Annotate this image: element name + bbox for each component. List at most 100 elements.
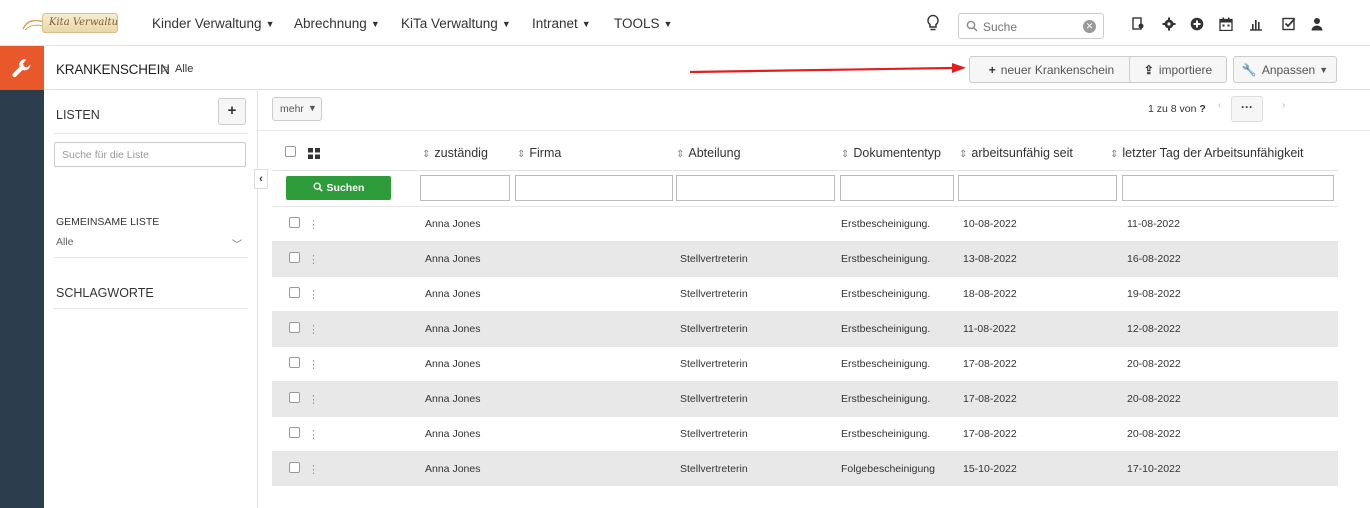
breadcrumb-separator: > <box>162 61 170 76</box>
filter-letzter-tag-input[interactable] <box>1122 175 1334 201</box>
column-label: Dokumententyp <box>853 146 941 160</box>
table-row[interactable]: ⋮ Anna Jones Stellvertreterin Erstbescheini… <box>272 346 1338 381</box>
bar-chart-icon[interactable] <box>1249 17 1263 31</box>
row-checkbox[interactable] <box>289 322 300 333</box>
row-menu-icon[interactable]: ⋮ <box>308 323 319 336</box>
caret-down-icon: ▼ <box>663 19 673 29</box>
checkbox-task-icon[interactable] <box>1282 17 1296 31</box>
filter-dokumententyp-input[interactable] <box>840 175 954 201</box>
nav-tools[interactable]: TOOLS ▼ <box>614 16 672 31</box>
column-label: arbeitsunfähig seit <box>971 146 1073 160</box>
column-header-letzter-tag[interactable]: ⇕ letzter Tag der Arbeitsunfähigkeit <box>1110 146 1304 160</box>
shared-list-value: Alle <box>56 236 74 248</box>
search-input[interactable] <box>983 18 1073 35</box>
shared-list-select[interactable]: Alle ﹀ <box>56 236 246 254</box>
add-circle-icon[interactable] <box>1190 17 1204 31</box>
row-checkbox[interactable] <box>289 357 300 368</box>
lightbulb-icon[interactable] <box>925 14 941 32</box>
filter-zustaendig-input[interactable] <box>420 175 510 201</box>
row-menu-icon[interactable]: ⋮ <box>308 288 319 301</box>
chevron-down-icon: ﹀ <box>232 240 242 251</box>
row-checkbox[interactable] <box>289 287 300 298</box>
gear-icon[interactable] <box>1162 17 1176 31</box>
cell-zustaendig: Anna Jones <box>425 253 481 265</box>
filter-seit-input[interactable] <box>958 175 1117 201</box>
import-button[interactable]: ⇪ importiere <box>1129 56 1227 83</box>
shared-list-title: GEMEINSAME LISTE <box>56 216 160 228</box>
cell-abteilung: Stellvertreterin <box>680 253 748 265</box>
pager-next-button[interactable]: › <box>1282 100 1285 111</box>
caret-down-icon: ▼ <box>501 19 511 29</box>
cell-letzter-tag: 19-08-2022 <box>1127 288 1181 300</box>
calendar-icon[interactable] <box>1219 17 1233 31</box>
pager-total: ? <box>1199 103 1206 115</box>
search-icon <box>313 182 323 192</box>
tools-module-button[interactable] <box>0 46 44 90</box>
nav-label: TOOLS <box>614 16 660 31</box>
nav-kita-verwaltung[interactable]: KiTa Verwaltung ▼ <box>401 16 511 31</box>
list-search-input[interactable]: Suche für die Liste <box>54 142 246 167</box>
search-icon <box>966 20 978 32</box>
select-all-checkbox[interactable] <box>285 146 296 157</box>
row-checkbox[interactable] <box>289 427 300 438</box>
nav-abrechnung[interactable]: Abrechnung ▼ <box>294 16 380 31</box>
annotation-arrow <box>690 63 966 74</box>
customize-button[interactable]: 🔧 Anpassen ▼ <box>1233 56 1337 83</box>
collapse-panel-button[interactable]: ‹ <box>254 169 268 189</box>
row-menu-icon[interactable]: ⋮ <box>308 463 319 476</box>
pager-more-button[interactable]: ··· <box>1231 96 1263 122</box>
row-menu-icon[interactable]: ⋮ <box>308 358 319 371</box>
row-checkbox[interactable] <box>289 462 300 473</box>
column-header-dokumententyp[interactable]: ⇕ Dokumententyp <box>841 146 941 160</box>
table-row[interactable]: ⋮ Anna Jones Stellvertreterin Erstbescheini… <box>272 276 1338 311</box>
table-row[interactable]: ⋮ Anna Jones Stellvertreterin Folgebeschein… <box>272 451 1338 486</box>
row-checkbox[interactable] <box>289 252 300 263</box>
add-list-button[interactable]: + <box>218 98 246 125</box>
table-row[interactable]: ⋮ Anna Jones Erstbescheinigung. 10-08-2022 1… <box>272 206 1338 241</box>
global-search[interactable]: ✕ <box>958 13 1104 39</box>
column-header-arbeitsunfaehig-seit[interactable]: ⇕ arbeitsunfähig seit <box>959 146 1073 160</box>
column-header-firma[interactable]: ⇕ Firma <box>517 146 561 160</box>
pager-prev-button[interactable]: ‹ <box>1218 100 1221 111</box>
row-checkbox[interactable] <box>289 392 300 403</box>
page-title[interactable]: KRANKENSCHEIN <box>56 62 170 77</box>
nav-intranet[interactable]: Intranet ▼ <box>532 16 591 31</box>
row-menu-icon[interactable]: ⋮ <box>308 253 319 266</box>
column-label: zuständig <box>434 146 488 160</box>
clear-search-icon[interactable]: ✕ <box>1083 20 1096 33</box>
tags-title[interactable]: SCHLAGWORTE <box>56 286 154 300</box>
filter-firma-input[interactable] <box>515 175 673 201</box>
grid-view-icon[interactable] <box>308 148 320 159</box>
sort-icon: ⇕ <box>841 149 850 160</box>
document-search-icon[interactable] <box>1132 17 1146 31</box>
breadcrumb-current: Alle <box>175 63 194 75</box>
app-logo[interactable]: Kita Verwaltung <box>22 12 126 34</box>
nav-kinder-verwaltung[interactable]: Kinder Verwaltung ▼ <box>152 16 275 31</box>
row-menu-icon[interactable]: ⋮ <box>308 393 319 406</box>
column-header-abteilung[interactable]: ⇕ Abteilung <box>676 146 741 160</box>
cell-arbeitsunfaehig-seit: 17-08-2022 <box>963 428 1017 440</box>
cell-letzter-tag: 20-08-2022 <box>1127 358 1181 370</box>
caret-down-icon: ▼ <box>370 19 380 29</box>
user-icon[interactable] <box>1310 17 1324 31</box>
row-menu-icon[interactable]: ⋮ <box>308 218 319 231</box>
cell-dokumententyp: Erstbescheinigung. <box>841 393 931 405</box>
search-button[interactable]: Suchen <box>286 176 391 200</box>
cell-arbeitsunfaehig-seit: 13-08-2022 <box>963 253 1017 265</box>
table-row[interactable]: ⋮ Anna Jones Stellvertreterin Erstbescheini… <box>272 241 1338 276</box>
table-row[interactable]: ⋮ Anna Jones Stellvertreterin Erstbescheini… <box>272 311 1338 346</box>
table-row[interactable]: ⋮ Anna Jones Stellvertreterin Erstbescheini… <box>272 416 1338 451</box>
cell-dokumententyp: Erstbescheinigung. <box>841 358 931 370</box>
new-krankenschein-button[interactable]: + neuer Krankenschein <box>969 56 1134 83</box>
cell-zustaendig: Anna Jones <box>425 218 481 230</box>
cell-arbeitsunfaehig-seit: 15-10-2022 <box>963 463 1017 475</box>
more-dropdown-button[interactable]: mehr ▼ <box>272 97 322 121</box>
filter-abteilung-input[interactable] <box>676 175 835 201</box>
cell-abteilung: Stellvertreterin <box>680 323 748 335</box>
row-menu-icon[interactable]: ⋮ <box>308 428 319 441</box>
table-row[interactable]: ⋮ Anna Jones Stellvertreterin Erstbescheini… <box>272 381 1338 416</box>
plus-icon: + <box>988 63 996 77</box>
column-label: Abteilung <box>688 146 741 160</box>
row-checkbox[interactable] <box>289 217 300 228</box>
column-header-zustaendig[interactable]: ⇕ zuständig <box>422 146 488 160</box>
